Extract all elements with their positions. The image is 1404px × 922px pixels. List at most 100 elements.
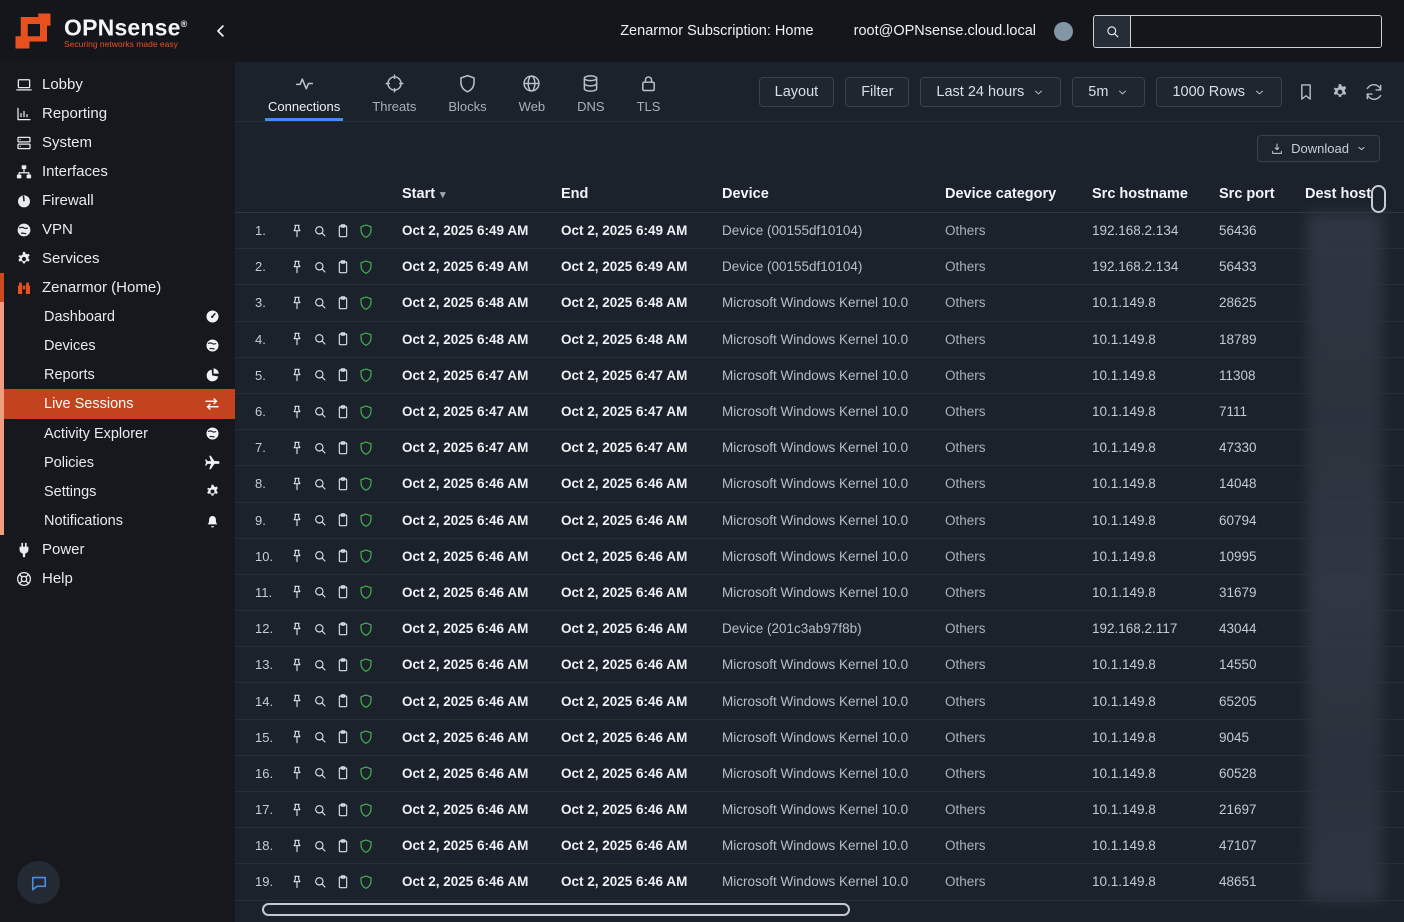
- sidebar-item-system[interactable]: System: [0, 128, 235, 157]
- shield-icon[interactable]: [358, 621, 374, 637]
- col-header-src-hostname[interactable]: Src hostname: [1092, 186, 1219, 202]
- rows-dropdown[interactable]: 1000 Rows: [1156, 77, 1282, 107]
- pin-icon[interactable]: [289, 765, 305, 781]
- sidebar-item-devices[interactable]: Devices: [0, 331, 235, 360]
- sidebar-item-notifications[interactable]: Notifications: [0, 506, 235, 535]
- clipboard-icon[interactable]: [335, 765, 351, 781]
- shield-icon[interactable]: [358, 367, 374, 383]
- clipboard-icon[interactable]: [335, 657, 351, 673]
- pin-icon[interactable]: [289, 802, 305, 818]
- inspect-icon[interactable]: [312, 295, 328, 311]
- tab-threats[interactable]: Threats: [369, 62, 419, 121]
- shield-icon[interactable]: [358, 223, 374, 239]
- inspect-icon[interactable]: [312, 476, 328, 492]
- table-row[interactable]: 7. Oct 2, 2025 6:47 AM Oct 2, 2025 6:47 …: [235, 430, 1404, 466]
- pin-icon[interactable]: [289, 440, 305, 456]
- clipboard-icon[interactable]: [335, 367, 351, 383]
- col-header-device[interactable]: Device: [722, 186, 945, 202]
- clipboard-icon[interactable]: [335, 693, 351, 709]
- sidebar-item-live-sessions[interactable]: Live Sessions: [0, 389, 235, 419]
- inspect-icon[interactable]: [312, 367, 328, 383]
- horizontal-scrollbar-thumb[interactable]: [262, 903, 850, 916]
- shield-icon[interactable]: [358, 765, 374, 781]
- shield-icon[interactable]: [358, 476, 374, 492]
- download-button[interactable]: Download: [1257, 135, 1380, 162]
- table-row[interactable]: 6. Oct 2, 2025 6:47 AM Oct 2, 2025 6:47 …: [235, 394, 1404, 430]
- tab-connections[interactable]: Connections: [265, 62, 343, 121]
- inspect-icon[interactable]: [312, 657, 328, 673]
- sidebar-item-reporting[interactable]: Reporting: [0, 99, 235, 128]
- col-header-src-port[interactable]: Src port: [1219, 186, 1305, 202]
- clipboard-icon[interactable]: [335, 838, 351, 854]
- col-header-start[interactable]: Start▾: [402, 186, 561, 202]
- vertical-scrollbar-thumb[interactable]: [1371, 185, 1386, 213]
- sidebar-item-help[interactable]: Help: [0, 564, 235, 593]
- filter-button[interactable]: Filter: [845, 77, 909, 107]
- refresh-icon[interactable]: [1364, 82, 1384, 102]
- tab-tls[interactable]: TLS: [634, 62, 664, 121]
- pin-icon[interactable]: [289, 621, 305, 637]
- inspect-icon[interactable]: [312, 440, 328, 456]
- clipboard-icon[interactable]: [335, 440, 351, 456]
- col-header-device-category[interactable]: Device category: [945, 186, 1092, 202]
- inspect-icon[interactable]: [312, 223, 328, 239]
- table-row[interactable]: 17. Oct 2, 2025 6:46 AM Oct 2, 2025 6:46…: [235, 792, 1404, 828]
- sidebar-item-lobby[interactable]: Lobby: [0, 70, 235, 99]
- layout-button[interactable]: Layout: [759, 77, 835, 107]
- table-row[interactable]: 14. Oct 2, 2025 6:46 AM Oct 2, 2025 6:46…: [235, 683, 1404, 719]
- sidebar-item-vpn[interactable]: VPN: [0, 215, 235, 244]
- sidebar-item-interfaces[interactable]: Interfaces: [0, 157, 235, 186]
- table-row[interactable]: 18. Oct 2, 2025 6:46 AM Oct 2, 2025 6:46…: [235, 828, 1404, 864]
- table-row[interactable]: 13. Oct 2, 2025 6:46 AM Oct 2, 2025 6:46…: [235, 647, 1404, 683]
- sidebar-item-activity-explorer[interactable]: Activity Explorer: [0, 419, 235, 448]
- opnsense-logo[interactable]: OPNsense® Securing networks made easy: [12, 10, 188, 52]
- clipboard-icon[interactable]: [335, 512, 351, 528]
- sidebar-item-policies[interactable]: Policies: [0, 448, 235, 477]
- clipboard-icon[interactable]: [335, 404, 351, 420]
- clipboard-icon[interactable]: [335, 476, 351, 492]
- clipboard-icon[interactable]: [335, 729, 351, 745]
- table-row[interactable]: 5. Oct 2, 2025 6:47 AM Oct 2, 2025 6:47 …: [235, 358, 1404, 394]
- pin-icon[interactable]: [289, 838, 305, 854]
- shield-icon[interactable]: [358, 802, 374, 818]
- table-row[interactable]: 9. Oct 2, 2025 6:46 AM Oct 2, 2025 6:46 …: [235, 503, 1404, 539]
- clipboard-icon[interactable]: [335, 874, 351, 890]
- pin-icon[interactable]: [289, 404, 305, 420]
- inspect-icon[interactable]: [312, 621, 328, 637]
- table-row[interactable]: 19. Oct 2, 2025 6:46 AM Oct 2, 2025 6:46…: [235, 864, 1404, 900]
- tab-web[interactable]: Web: [516, 62, 549, 121]
- inspect-icon[interactable]: [312, 729, 328, 745]
- clipboard-icon[interactable]: [335, 548, 351, 564]
- shield-icon[interactable]: [358, 259, 374, 275]
- shield-icon[interactable]: [358, 729, 374, 745]
- sidebar-item-zenarmor[interactable]: Zenarmor (Home): [0, 273, 235, 302]
- tab-blocks[interactable]: Blocks: [445, 62, 489, 121]
- tab-dns[interactable]: DNS: [574, 62, 607, 121]
- search-input[interactable]: [1131, 16, 1381, 47]
- table-row[interactable]: 11. Oct 2, 2025 6:46 AM Oct 2, 2025 6:46…: [235, 575, 1404, 611]
- pin-icon[interactable]: [289, 476, 305, 492]
- shield-icon[interactable]: [358, 584, 374, 600]
- sidebar-item-firewall[interactable]: Firewall: [0, 186, 235, 215]
- inspect-icon[interactable]: [312, 765, 328, 781]
- shield-icon[interactable]: [358, 874, 374, 890]
- status-dot[interactable]: [1054, 22, 1073, 41]
- pin-icon[interactable]: [289, 657, 305, 673]
- clipboard-icon[interactable]: [335, 223, 351, 239]
- clipboard-icon[interactable]: [335, 295, 351, 311]
- clipboard-icon[interactable]: [335, 802, 351, 818]
- inspect-icon[interactable]: [312, 512, 328, 528]
- interval-dropdown[interactable]: 5m: [1072, 77, 1145, 107]
- col-header-end[interactable]: End: [561, 186, 722, 202]
- pin-icon[interactable]: [289, 367, 305, 383]
- pin-icon[interactable]: [289, 874, 305, 890]
- table-row[interactable]: 2. Oct 2, 2025 6:49 AM Oct 2, 2025 6:49 …: [235, 249, 1404, 285]
- settings-gear-icon[interactable]: [1330, 82, 1350, 102]
- search-icon[interactable]: [1094, 16, 1131, 47]
- shield-icon[interactable]: [358, 295, 374, 311]
- clipboard-icon[interactable]: [335, 584, 351, 600]
- pin-icon[interactable]: [289, 693, 305, 709]
- shield-icon[interactable]: [358, 331, 374, 347]
- table-row[interactable]: 1. Oct 2, 2025 6:49 AM Oct 2, 2025 6:49 …: [235, 213, 1404, 249]
- shield-icon[interactable]: [358, 657, 374, 673]
